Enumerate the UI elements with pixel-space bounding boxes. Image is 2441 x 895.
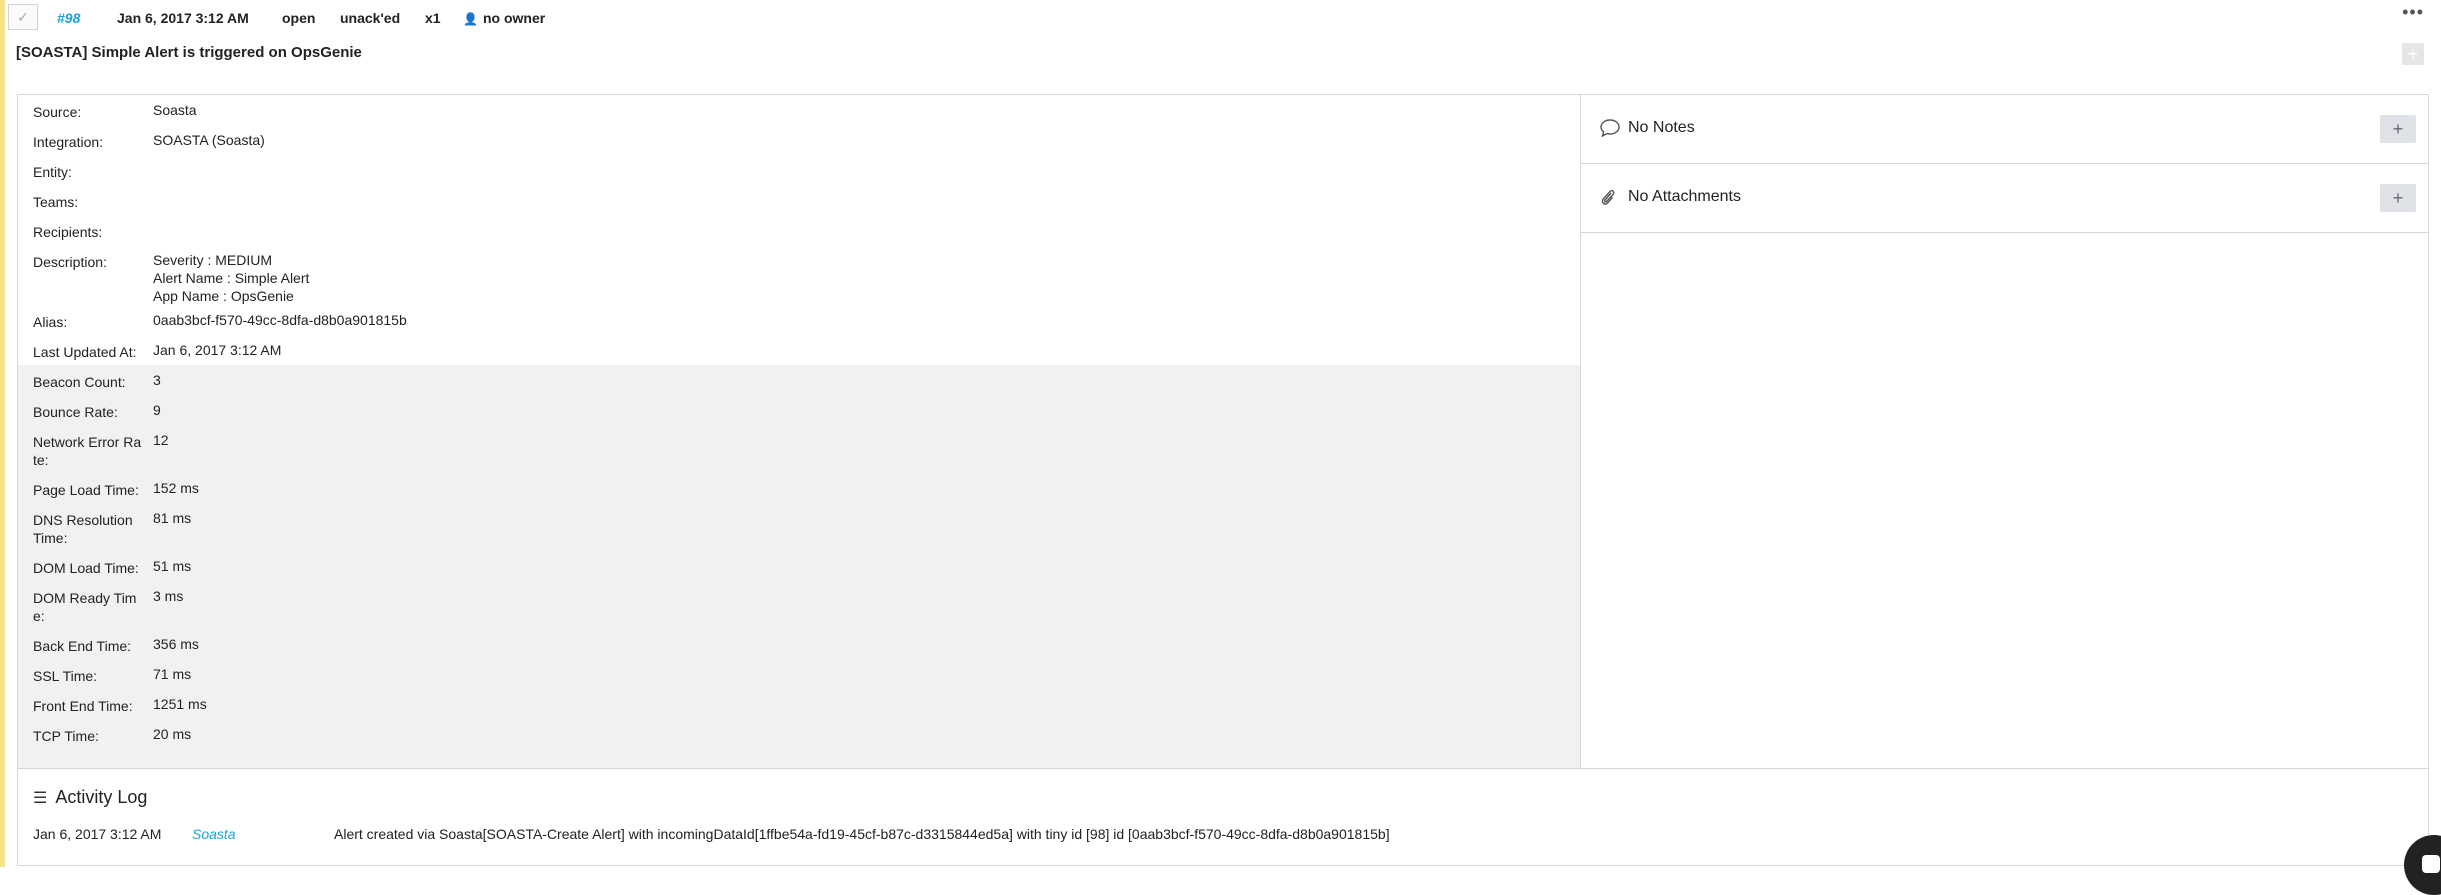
activity-log-section: ☰ Activity Log Jan 6, 2017 3:12 AM Soasta…	[18, 768, 2428, 867]
comment-icon	[1600, 119, 1620, 142]
property-key: DNS Resolution Time:	[33, 512, 133, 546]
add-note-button[interactable]: +	[2380, 115, 2416, 143]
detail-row: Recipients:	[18, 215, 1580, 245]
detail-value: Soasta	[153, 102, 197, 118]
detail-value: SOASTA (Soasta)	[153, 132, 265, 148]
extra-property-row: TCP Time: 20 ms	[18, 719, 1580, 768]
ack-status: unack'ed	[340, 10, 401, 26]
property-key: Back End Time:	[33, 638, 132, 654]
list-icon: ☰	[33, 790, 48, 807]
user-icon: 👤	[463, 12, 478, 26]
attachments-label: No Attachments	[1628, 188, 1741, 205]
property-key: SSL Time:	[33, 668, 98, 684]
detail-key: Alias:	[33, 314, 68, 330]
alert-priority-bar	[0, 0, 5, 867]
alert-header: ✓ #98 Jan 6, 2017 3:12 AM open unack'ed …	[6, 0, 2436, 34]
property-value: 81 ms	[153, 510, 192, 526]
chat-icon	[2422, 855, 2440, 873]
detail-key: Description:	[33, 254, 107, 270]
owner-label: no owner	[482, 10, 546, 26]
property-key: TCP Time:	[33, 728, 99, 744]
extra-property-row: DOM Load Time: 51 ms	[18, 551, 1580, 581]
detail-value: 0aab3bcf-f570-49cc-8dfa-d8b0a901815b	[153, 312, 407, 328]
extra-property-row: Bounce Rate: 9	[18, 395, 1580, 425]
check-icon: ✓	[17, 8, 29, 25]
extra-property-row: SSL Time: 71 ms	[18, 659, 1580, 689]
extra-property-row: Page Load Time: 152 ms	[18, 473, 1580, 503]
property-key: DOM Load Time:	[33, 560, 139, 576]
alert-count: x1	[425, 10, 441, 26]
property-key: DOM Ready Time:	[33, 590, 137, 624]
description-value: Severity : MEDIUM Alert Name : Simple Al…	[153, 252, 310, 304]
alert-date: Jan 6, 2017 3:12 AM	[117, 10, 249, 26]
detail-key: Integration:	[33, 134, 104, 150]
property-key: Bounce Rate:	[33, 404, 118, 420]
property-key: Front End Time:	[33, 698, 133, 714]
detail-key: Entity:	[33, 164, 72, 180]
detail-value: Jan 6, 2017 3:12 AM	[153, 342, 282, 358]
property-key: Page Load Time:	[33, 482, 139, 498]
detail-row: Source: Soasta	[18, 95, 1580, 125]
alert-tiny-id[interactable]: #98	[57, 10, 80, 26]
activity-message: Alert created via Soasta[SOASTA-Create A…	[334, 826, 1390, 842]
extra-property-row: Network Error Rate: 12	[18, 425, 1580, 473]
detail-key: Teams:	[33, 194, 79, 210]
property-value: 12	[153, 432, 169, 448]
detail-row: Description: Severity : MEDIUM Alert Nam…	[18, 245, 1580, 305]
attachments-section: No Attachments +	[1581, 164, 2429, 233]
add-attachment-button[interactable]: +	[2380, 184, 2416, 212]
owner-info[interactable]: 👤 no owner	[463, 10, 545, 26]
property-value: 3	[153, 372, 161, 388]
detail-row: Entity:	[18, 155, 1580, 185]
extra-property-row: DNS Resolution Time: 81 ms	[18, 503, 1580, 551]
activity-log-header: ☰ Activity Log	[33, 787, 147, 808]
property-value: 71 ms	[153, 666, 192, 682]
detail-row: Integration: SOASTA (Soasta)	[18, 125, 1580, 155]
extra-property-row: Front End Time: 1251 ms	[18, 689, 1580, 719]
property-value: 9	[153, 402, 161, 418]
alert-card: ✓ #98 Jan 6, 2017 3:12 AM open unack'ed …	[6, 0, 2441, 895]
alert-detail-panel: Source: Soasta Integration: SOASTA (Soas…	[17, 94, 2429, 866]
property-value: 152 ms	[153, 480, 199, 496]
activity-log-title: Activity Log	[55, 787, 148, 807]
property-value: 356 ms	[153, 636, 199, 652]
property-key: Beacon Count:	[33, 374, 126, 390]
details-section: Source: Soasta Integration: SOASTA (Soas…	[18, 95, 1581, 768]
more-options-icon[interactable]: •••	[2402, 2, 2424, 23]
extra-property-row: Beacon Count: 3	[18, 365, 1580, 395]
notes-section: No Notes +	[1581, 95, 2429, 164]
property-value: 3 ms	[153, 588, 184, 604]
add-button[interactable]: +	[2402, 43, 2424, 65]
property-value: 51 ms	[153, 558, 192, 574]
detail-row: Last Updated At: Jan 6, 2017 3:12 AM	[18, 335, 1580, 365]
detail-row: Teams:	[18, 185, 1580, 215]
alert-status: open	[282, 10, 316, 26]
extra-property-row: DOM Ready Time: 3 ms	[18, 581, 1580, 629]
detail-row: Alias: 0aab3bcf-f570-49cc-8dfa-d8b0a9018…	[18, 305, 1580, 335]
detail-key: Last Updated At:	[33, 344, 137, 360]
select-checkbox[interactable]: ✓	[8, 4, 38, 30]
activity-source-link[interactable]: Soasta	[192, 826, 236, 842]
paperclip-icon	[1600, 188, 1616, 213]
extra-property-row: Back End Time: 356 ms	[18, 629, 1580, 659]
alert-title: [SOASTA] Simple Alert is triggered on Op…	[16, 44, 362, 61]
detail-key: Source:	[33, 104, 82, 120]
property-value: 20 ms	[153, 726, 192, 742]
detail-key: Recipients:	[33, 224, 103, 240]
notes-label: No Notes	[1628, 119, 1695, 136]
activity-date: Jan 6, 2017 3:12 AM	[33, 826, 162, 842]
property-value: 1251 ms	[153, 696, 207, 712]
property-key: Network Error Rate:	[33, 434, 142, 468]
